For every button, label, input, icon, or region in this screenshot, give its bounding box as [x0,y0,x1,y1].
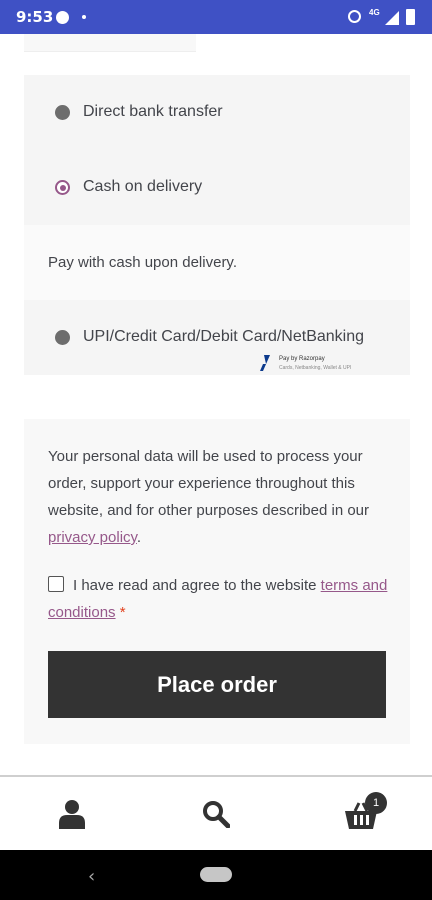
person-icon [59,800,85,829]
required-marker: * [119,604,126,621]
alarm-icon [348,10,361,23]
status-bar: 9:53 4G [0,0,432,34]
battery-icon [406,9,415,25]
razorpay-subtitle: Cards, Netbanking, Wallet & UPI [279,365,352,371]
network-type: 4G [369,8,380,17]
payment-label: Cash on delivery [83,178,203,195]
terms-text: I have read and agree to the website [73,577,321,594]
back-icon[interactable]: ‹ [88,866,95,887]
nav-cart[interactable] [330,777,390,850]
payment-option-bank-transfer[interactable]: Direct bank transfer [24,75,410,150]
privacy-policy-link[interactable]: privacy policy [48,529,137,546]
radio-cash-on-delivery[interactable] [55,180,70,195]
terms-label: I have read and agree to the website ter… [48,572,388,626]
razorpay-title: Pay by Razorpay [279,356,325,362]
nav-search[interactable] [186,777,246,850]
place-order-button[interactable]: Place order [48,651,386,718]
payment-option-cash-on-delivery[interactable]: Cash on delivery [24,150,410,225]
system-nav-bar: ‹ [0,850,432,900]
payment-label: UPI/Credit Card/Debit Card/NetBanking [83,328,365,345]
status-time: 9:53 [16,8,54,26]
home-icon[interactable] [200,867,232,882]
notification-dot-icon [82,15,86,19]
cod-description-text: Pay with cash upon delivery. [48,254,237,271]
signal-icon [385,11,399,25]
payment-label: Direct bank transfer [83,103,223,120]
bottom-nav: 1 [0,777,432,850]
place-order-section: Your personal data will be used to proce… [24,419,410,744]
privacy-text: Your personal data will be used to proce… [48,448,370,519]
cart-count-badge: 1 [365,792,387,814]
privacy-end: . [136,529,142,546]
razorpay-logo-icon [260,355,270,371]
payment-option-razorpay[interactable]: UPI/Credit Card/Debit Card/NetBanking [24,300,410,375]
payment-methods: Direct bank transfer Cash on delivery Pa… [24,75,410,375]
nav-account[interactable] [42,777,102,850]
search-icon [203,801,230,828]
radio-razorpay[interactable] [55,330,70,345]
payment-description: Pay with cash upon delivery. [24,225,410,300]
previous-section-edge [24,34,196,52]
radio-bank-transfer[interactable] [55,105,70,120]
message-icon [56,11,69,24]
privacy-notice: Your personal data will be used to proce… [48,443,388,551]
